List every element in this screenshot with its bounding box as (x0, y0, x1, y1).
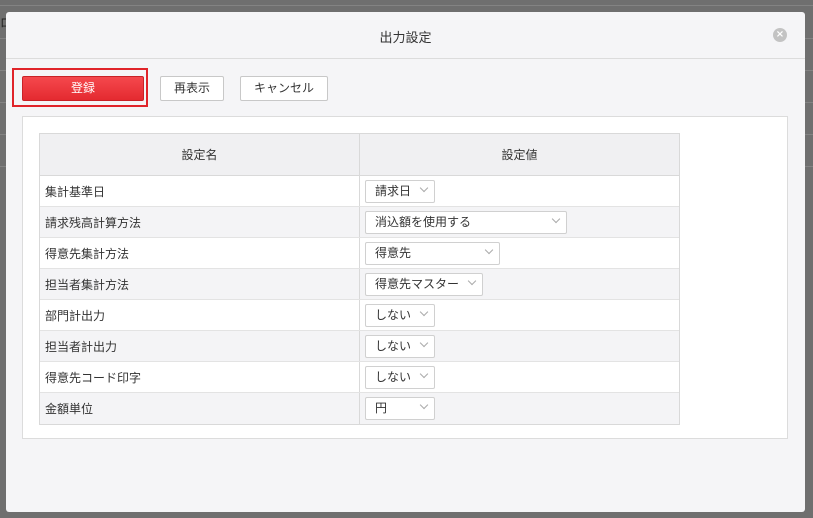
setting-name: 請求残高計算方法 (40, 207, 360, 237)
billing-balance-method-select[interactable]: 消込額を使用する (365, 211, 567, 234)
chevron-down-icon (419, 307, 429, 317)
setting-name: 得意先コード印字 (40, 362, 360, 392)
select-value: 請求日 (375, 184, 412, 198)
select-value: しない (375, 339, 412, 353)
table-row: 担当者集計方法 得意先マスター (40, 269, 679, 300)
setting-name: 担当者集計方法 (40, 269, 360, 299)
table-row: 担当者計出力 しない (40, 331, 679, 362)
chevron-down-icon (467, 276, 477, 286)
select-value: 円 (375, 401, 388, 415)
aggregation-date-select[interactable]: 請求日 (365, 180, 435, 203)
chevron-down-icon (484, 245, 494, 255)
chevron-down-icon (419, 183, 429, 193)
register-button[interactable]: 登録 (22, 76, 144, 101)
select-value: 得意先マスター (375, 277, 460, 291)
table-row: 得意先コード印字 しない (40, 362, 679, 393)
chevron-down-icon (551, 214, 561, 224)
table-row: 集計基準日 請求日 (40, 176, 679, 207)
setting-name: 得意先集計方法 (40, 238, 360, 268)
table-row: 得意先集計方法 得意先 (40, 238, 679, 269)
table-header: 設定名 設定値 (40, 134, 679, 176)
settings-panel: 設定名 設定値 集計基準日 請求日 請求残高計算方法 消込額を使用する 得意先集… (22, 116, 788, 439)
staff-aggregation-select[interactable]: 得意先マスター (365, 273, 483, 296)
dialog-header: 出力設定 × (6, 12, 805, 59)
cancel-button[interactable]: キャンセル (240, 76, 328, 101)
staff-total-select[interactable]: しない (365, 335, 435, 358)
amount-unit-select[interactable]: 円 (365, 397, 435, 420)
customer-aggregation-select[interactable]: 得意先 (365, 242, 500, 265)
setting-name: 担当者計出力 (40, 331, 360, 361)
dialog-title: 出力設定 (379, 31, 432, 46)
select-value: 消込額を使用する (375, 215, 472, 229)
select-value: しない (375, 308, 412, 322)
settings-table: 設定名 設定値 集計基準日 請求日 請求残高計算方法 消込額を使用する 得意先集… (39, 133, 680, 425)
backdrop-line (0, 5, 813, 6)
chevron-down-icon (419, 400, 429, 410)
output-settings-dialog: 出力設定 × 登録 再表示 キャンセル 設定名 設定値 集計基準日 請求日 請求 (6, 12, 805, 512)
chevron-down-icon (419, 369, 429, 379)
header-setting-value: 設定値 (501, 148, 538, 162)
setting-name: 部門計出力 (40, 300, 360, 330)
setting-name: 集計基準日 (40, 176, 360, 206)
setting-name: 金額単位 (40, 393, 360, 424)
close-icon[interactable]: × (773, 28, 787, 42)
table-row: 部門計出力 しない (40, 300, 679, 331)
customer-code-print-select[interactable]: しない (365, 366, 435, 389)
header-setting-name: 設定名 (40, 134, 360, 175)
select-value: 得意先 (375, 246, 412, 260)
chevron-down-icon (419, 338, 429, 348)
table-row: 請求残高計算方法 消込額を使用する (40, 207, 679, 238)
select-value: しない (375, 370, 412, 384)
redisplay-button[interactable]: 再表示 (160, 76, 224, 101)
department-total-select[interactable]: しない (365, 304, 435, 327)
table-row: 金額単位 円 (40, 393, 679, 424)
